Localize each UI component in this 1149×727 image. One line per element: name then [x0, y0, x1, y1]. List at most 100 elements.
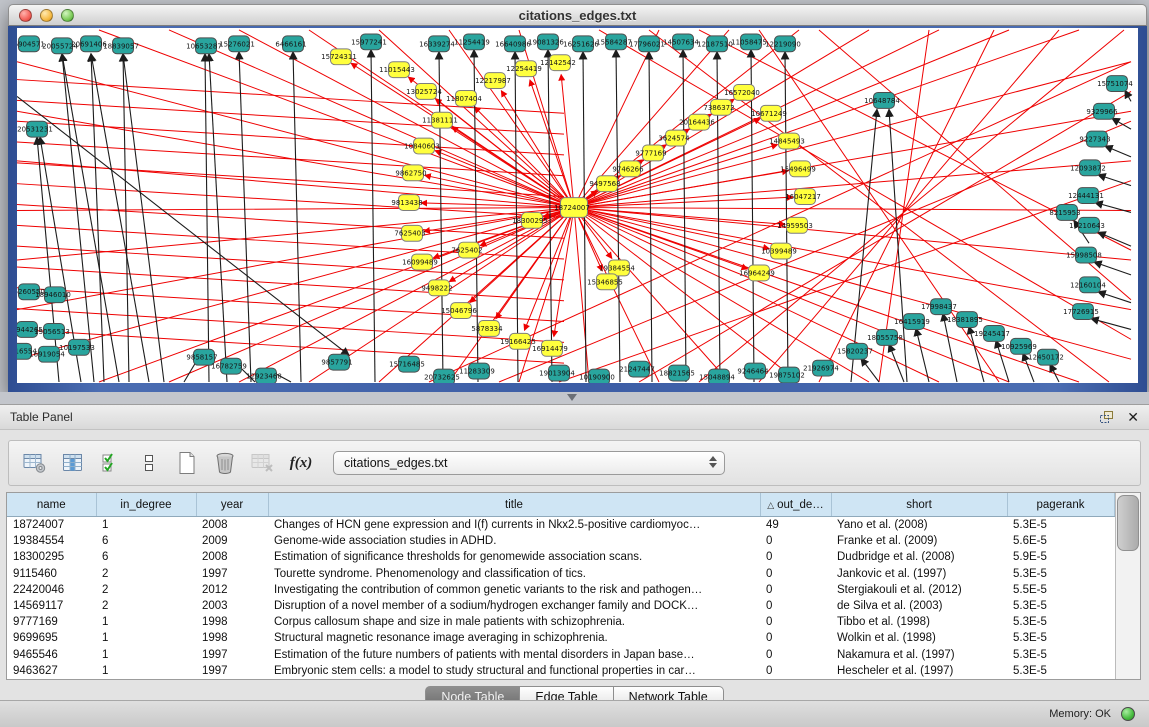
table-cell: Estimation of the future numbers of pati…	[268, 647, 760, 663]
citation-edge-red	[574, 207, 1131, 309]
table-scrollbar[interactable]	[1115, 493, 1141, 679]
close-panel-icon[interactable]: ✕	[1127, 409, 1139, 425]
citation-edge-black	[123, 54, 129, 382]
graph-node-label: 10190900	[579, 374, 615, 382]
table-row[interactable]: 2242004622012Investigating the contribut…	[7, 582, 1114, 598]
show-columns-button[interactable]	[57, 447, 89, 479]
citation-edge-black	[1050, 364, 1059, 382]
table-row[interactable]: 946362711997Embryonic stem cells: a mode…	[7, 663, 1114, 679]
delete-table-icon	[251, 452, 275, 474]
graph-node-label: 12923468	[246, 373, 282, 381]
table-row[interactable]: 969969511998Structural magnetic resonanc…	[7, 630, 1114, 646]
show-columns-icon	[62, 452, 84, 474]
column-header-out_degree[interactable]: △out_de…	[760, 493, 831, 517]
table-cell: 5.9E-5	[1007, 549, 1114, 565]
graph-node-label: 19875102	[769, 372, 805, 380]
window-titlebar[interactable]: citations_edges.txt	[8, 4, 1147, 26]
table-selector-value: citations_edges.txt	[344, 456, 448, 470]
graph-node-label: 16572040	[724, 89, 760, 97]
graph-node-label: 18724007	[554, 204, 590, 212]
citation-edge-black	[91, 54, 104, 382]
table-cell: 1	[96, 663, 196, 679]
graph-node-label: 20531231	[17, 126, 53, 134]
citation-edge-red	[574, 207, 1079, 382]
graph-node-label: 9858157	[186, 354, 217, 362]
table-selector[interactable]: citations_edges.txt	[333, 451, 725, 475]
citation-edge-black	[1098, 232, 1131, 246]
graph-node-label: 9246464	[737, 368, 769, 376]
graph-node-label: 9746266	[612, 165, 643, 173]
close-window-button[interactable]	[19, 9, 32, 22]
table-cell: de Silva et al. (2003)	[831, 598, 1007, 614]
delete-table-button[interactable]	[247, 447, 279, 479]
table-row[interactable]: 911546021997Tourette syndrome. Phenomeno…	[7, 566, 1114, 582]
table-row[interactable]: 977716911998Corpus callosum shape and si…	[7, 614, 1114, 630]
function-builder-button[interactable]: f(x)	[285, 447, 317, 479]
minimize-window-button[interactable]	[40, 9, 53, 22]
scrollbar-thumb[interactable]	[1117, 495, 1140, 551]
column-header-in_degree[interactable]: in_degree	[96, 493, 196, 517]
column-header-name[interactable]: name	[7, 493, 96, 517]
table-cell: 0	[760, 582, 831, 598]
table-cell: Franke et al. (2009)	[831, 533, 1007, 549]
citation-edge-black	[1105, 146, 1131, 157]
rows-button[interactable]	[133, 447, 165, 479]
graph-node-label: 15724311	[321, 53, 357, 61]
table-row[interactable]: 1830029562008Estimation of significance …	[7, 549, 1114, 565]
graph-node-label: 15046796	[441, 307, 477, 315]
graph-node-label: 11283309	[459, 368, 495, 376]
citation-edge-red	[574, 207, 1131, 359]
graph-node-label: 10653287	[186, 42, 222, 50]
graph-node-label: 12142542	[540, 59, 576, 67]
traffic-lights	[19, 9, 74, 22]
column-header-pagerank[interactable]: pagerank	[1007, 493, 1114, 517]
table-row[interactable]: 1938455462009Genome-wide association stu…	[7, 533, 1114, 549]
table-cell: 5.3E-5	[1007, 517, 1114, 534]
table-settings-button[interactable]	[19, 447, 51, 479]
graph-node-label: 21926974	[803, 365, 839, 373]
citation-edge-black	[239, 52, 251, 382]
graph-node-label: 18821565	[659, 370, 695, 378]
table-cell: 2	[96, 582, 196, 598]
graph-node-label: 7386372	[703, 104, 734, 112]
column-header-short[interactable]: short	[831, 493, 1007, 517]
graph-node-label: 11058475	[731, 38, 767, 46]
graph-node-label: 12160104	[1070, 281, 1106, 289]
graph-node-label: 11381111	[422, 117, 458, 125]
citation-edge-red	[425, 175, 574, 207]
graph-node-label: 9862750	[395, 169, 426, 177]
graph-node-label: 14507634	[663, 38, 699, 46]
table-cell: Yano et al. (2008)	[831, 517, 1007, 534]
zoom-window-button[interactable]	[61, 9, 74, 22]
graph-node-label: 18300295	[512, 217, 548, 225]
table-row[interactable]: 1872400712008Changes of HCN gene express…	[7, 517, 1114, 534]
table-cell: 9465546	[7, 647, 96, 663]
citation-edge-black	[649, 52, 652, 382]
graph-node-label: 5878334	[471, 325, 503, 333]
citation-edge-red	[17, 121, 564, 155]
network-canvas[interactable]: 1690457120055724206914061883905710653287…	[17, 28, 1138, 383]
graph-node-label: 17726915	[1063, 308, 1099, 316]
graph-node-label: 16415919	[894, 318, 930, 326]
table-row[interactable]: 946554611997Estimation of the future num…	[7, 647, 1114, 663]
table-cell: 9115460	[7, 566, 96, 582]
table-cell: Tourette syndrome. Phenomenology and cla…	[268, 566, 760, 582]
delete-rows-button[interactable]	[209, 447, 241, 479]
table-cell: 1998	[196, 614, 268, 630]
table-row[interactable]: 1456911722003Disruption of a novel membe…	[7, 598, 1114, 614]
table-cell: 1997	[196, 647, 268, 663]
table-cell: Stergiakouli et al. (2012)	[831, 582, 1007, 598]
split-divider[interactable]	[0, 392, 1149, 404]
table-cell: 19384554	[7, 533, 96, 549]
graph-node-label: 18946010	[35, 291, 71, 299]
table-cell: Wolkin et al. (1998)	[831, 630, 1007, 646]
select-columns-button[interactable]	[95, 447, 127, 479]
column-header-year[interactable]: year	[196, 493, 268, 517]
window-title: citations_edges.txt	[9, 5, 1146, 26]
float-panel-icon[interactable]	[1100, 411, 1115, 424]
column-header-title[interactable]: title	[268, 493, 760, 517]
new-document-button[interactable]	[171, 447, 203, 479]
network-view-window: citations_edges.txt 16904571200557242069…	[8, 4, 1147, 392]
table-cell: 9777169	[7, 614, 96, 630]
graph-node-label: 16251626	[563, 40, 599, 48]
